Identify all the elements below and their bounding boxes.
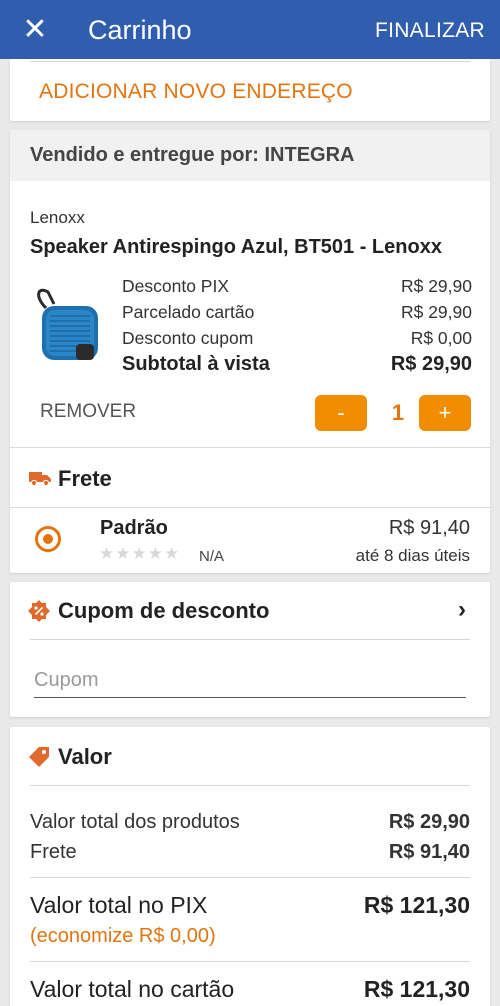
truck-icon: [29, 472, 51, 486]
subtotal-label: Subtotal à vista: [122, 353, 270, 375]
product-name[interactable]: Speaker Antirespingo Azul, BT501 - Lenox…: [30, 236, 442, 259]
price-value: R$ 29,90: [400, 302, 472, 322]
products-total-label: Valor total dos produtos: [30, 811, 240, 833]
price-row-coupon: Desconto cupom R$ 0,00: [122, 328, 472, 352]
discount-badge-icon: [28, 600, 50, 622]
divider: [30, 961, 470, 962]
shipping-total-label: Frete: [30, 841, 77, 863]
app-bar: ✕ Carrinho FINALIZAR: [0, 0, 500, 59]
price-label: Desconto cupom: [122, 328, 254, 348]
price-label: Parcelado cartão: [122, 302, 255, 322]
rating-stars: ★★★★★: [99, 544, 181, 563]
seller-card: Vendido e entregue por: INTEGRA Lenoxx S…: [10, 130, 490, 573]
quantity-value: 1: [391, 400, 405, 425]
pix-total-label: Valor total no PIX: [30, 892, 208, 918]
coupon-title[interactable]: Cupom de desconto: [58, 598, 269, 624]
shipping-option-name[interactable]: Padrão: [100, 517, 168, 540]
shipping-option-eta: até 8 dias úteis: [355, 546, 470, 565]
product-brand: Lenoxx: [30, 208, 85, 227]
divider: [10, 447, 490, 448]
shipping-option-radio[interactable]: [35, 526, 61, 552]
divider: [30, 877, 470, 878]
savings-text: (economize R$ 0,00): [30, 925, 216, 947]
coupon-card: Cupom de desconto ›: [10, 582, 490, 717]
rating-text: N/A: [199, 548, 225, 565]
price-value: R$ 29,90: [400, 276, 472, 296]
summary-card: Valor Valor total dos produtos R$ 29,90 …: [10, 727, 490, 1006]
product-image[interactable]: [32, 288, 102, 364]
card-total-label: Valor total no cartão: [30, 976, 235, 1002]
add-address-link[interactable]: ADICIONAR NOVO ENDEREÇO: [39, 80, 353, 104]
products-total-value: R$ 29,90: [388, 811, 470, 833]
close-icon[interactable]: ✕: [18, 10, 52, 50]
divider: [30, 61, 470, 62]
increase-quantity-button[interactable]: +: [419, 395, 471, 431]
subtotal-value: R$ 29,90: [390, 353, 472, 375]
shipping-option-price: R$ 91,40: [388, 517, 470, 539]
seller-label: Vendido e entregue por: INTEGRA: [30, 144, 355, 166]
decrease-quantity-button[interactable]: -: [315, 395, 367, 431]
finish-button[interactable]: FINALIZAR: [375, 17, 485, 45]
price-tag-icon: [29, 747, 49, 767]
summary-title: Valor: [58, 744, 112, 769]
price-value: R$ 0,00: [410, 328, 472, 348]
page-title: Carrinho: [88, 15, 192, 45]
price-label: Desconto PIX: [122, 276, 229, 296]
chevron-right-icon[interactable]: ›: [458, 596, 466, 624]
divider: [30, 785, 470, 786]
card-total-value: R$ 121,30: [363, 976, 470, 1002]
price-row-installments: Parcelado cartão R$ 29,90: [122, 302, 472, 326]
pix-total-value: R$ 121,30: [363, 892, 470, 918]
shipping-total-value: R$ 91,40: [388, 841, 470, 863]
coupon-input[interactable]: [34, 664, 466, 698]
shipping-title: Frete: [58, 466, 112, 491]
seller-header: Vendido e entregue por: INTEGRA: [10, 130, 490, 181]
divider: [30, 639, 470, 640]
divider: [10, 507, 490, 508]
remove-button[interactable]: REMOVER: [40, 401, 136, 423]
price-row-pix: Desconto PIX R$ 29,90: [122, 276, 472, 300]
subtotal-row: Subtotal à vista R$ 29,90: [122, 353, 472, 377]
